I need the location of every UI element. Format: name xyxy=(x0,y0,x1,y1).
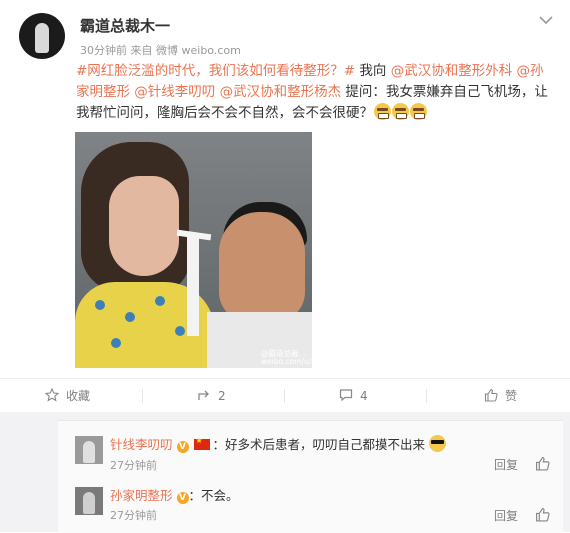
action-bar: 收藏 2 4 赞 xyxy=(0,378,570,413)
comment-item: 孙家明整形 V ：不会。 xyxy=(110,485,239,504)
grimace-emoji-icon xyxy=(392,103,409,120)
favorite-label: 收藏 xyxy=(66,389,91,403)
thumbs-up-icon xyxy=(484,388,498,402)
mention-link[interactable]: @武汉协和整形杨杰 xyxy=(220,84,342,100)
comment-time: 27分钟前 xyxy=(110,509,157,522)
commenter-avatar[interactable] xyxy=(75,487,103,515)
chevron-down-icon[interactable] xyxy=(537,13,555,29)
china-flag-icon xyxy=(194,436,211,450)
vip-badge-icon: V xyxy=(176,492,189,504)
post-source[interactable]: 微博 weibo.com xyxy=(156,44,241,57)
like-label: 赞 xyxy=(505,389,518,403)
mention-link[interactable]: @武汉协和整形外科 xyxy=(391,63,513,79)
grimace-emoji-icon xyxy=(374,103,391,120)
favorite-button[interactable]: 收藏 xyxy=(45,379,90,413)
post-source-prefix: 来自 xyxy=(130,44,153,57)
vip-badge-icon: V xyxy=(176,441,189,453)
repost-icon xyxy=(198,390,209,400)
commenter-name[interactable]: 孙家明整形 xyxy=(110,488,173,503)
repost-count: 2 xyxy=(218,389,226,403)
reply-button[interactable]: 回复 xyxy=(494,507,518,524)
comment-section: 针线李叨叨 V ：好多术后患者，叨叨自己都摸不出来 27分钟前 回复 孙家明整形… xyxy=(0,412,570,533)
comment-text: ：不会。 xyxy=(188,488,239,503)
reply-button[interactable]: 回复 xyxy=(494,456,518,473)
post-image[interactable]: @霸道总裁... weibo.com/u/547545... xyxy=(75,132,312,368)
thumbs-up-icon[interactable] xyxy=(535,456,550,471)
grimace-emoji-icon xyxy=(410,103,427,120)
cool-emoji-icon xyxy=(428,435,446,452)
like-button[interactable]: 赞 xyxy=(484,379,517,413)
comment-time: 27分钟前 xyxy=(110,459,157,472)
comment-button[interactable]: 4 xyxy=(339,379,368,413)
image-watermark: @霸道总裁... weibo.com/u/547545... xyxy=(261,349,312,366)
user-avatar[interactable] xyxy=(19,13,65,59)
comment-count: 4 xyxy=(360,389,368,403)
post-meta: 30分钟前 来自 微博 weibo.com xyxy=(80,42,241,58)
comment-item: 针线李叨叨 V ：好多术后患者，叨叨自己都摸不出来 xyxy=(110,434,446,453)
post-time: 30分钟前 xyxy=(80,44,127,57)
comment-text: ：好多术后患者，叨叨自己都摸不出来 xyxy=(212,437,425,452)
star-icon xyxy=(45,388,59,402)
mention-link[interactable]: @针线李叨叨 xyxy=(134,84,215,100)
commenter-name[interactable]: 针线李叨叨 xyxy=(110,437,173,452)
weibo-post: 霸道总裁木一 30分钟前 来自 微博 weibo.com #网红脸泛滥的时代，我… xyxy=(0,0,570,412)
comment-icon xyxy=(339,389,353,402)
content-text-1: 我向 xyxy=(355,63,391,79)
post-username[interactable]: 霸道总裁木一 xyxy=(80,15,170,36)
commenter-avatar[interactable] xyxy=(75,436,103,464)
repost-button[interactable]: 2 xyxy=(197,379,226,413)
thumbs-up-icon[interactable] xyxy=(535,507,550,522)
hashtag-link[interactable]: #网红脸泛滥的时代，我们该如何看待整形？# xyxy=(76,63,355,79)
post-content: #网红脸泛滥的时代，我们该如何看待整形？# 我向 @武汉协和整形外科 @孙家明整… xyxy=(76,61,556,124)
